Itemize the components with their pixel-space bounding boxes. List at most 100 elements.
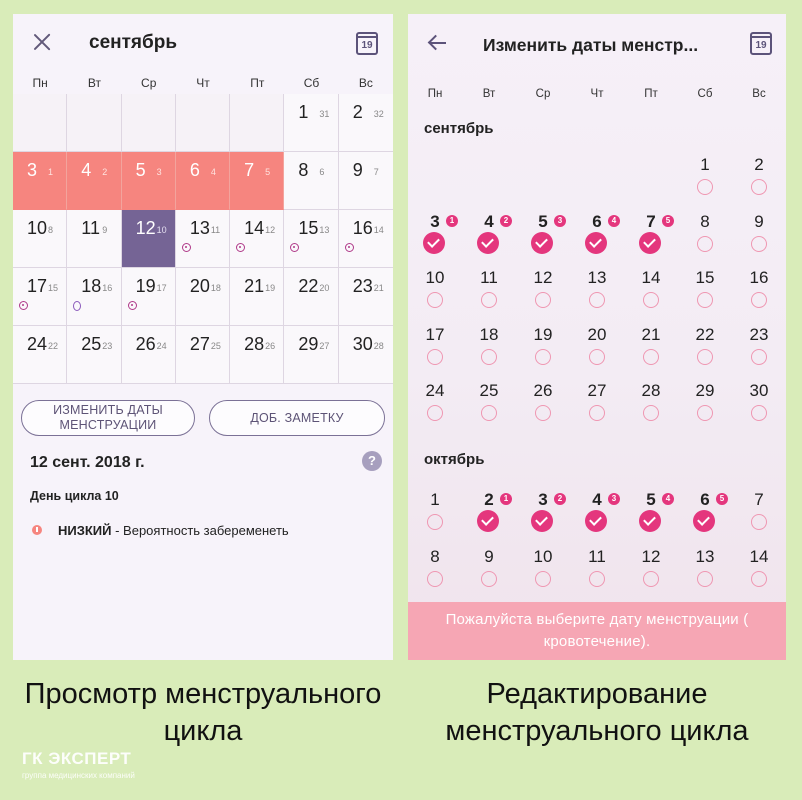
checkmark-icon[interactable] bbox=[531, 510, 553, 532]
calendar-day-cell[interactable]: 22 20 bbox=[284, 268, 339, 326]
calendar-day-cell[interactable]: 1 31 bbox=[284, 94, 339, 152]
select-circle-icon[interactable] bbox=[643, 405, 659, 421]
calendar-day-cell[interactable]: 30 bbox=[732, 381, 786, 431]
calendar-day-cell[interactable]: 53 bbox=[121, 152, 176, 210]
select-circle-icon[interactable] bbox=[481, 405, 497, 421]
calendar-day-cell[interactable]: 7 bbox=[732, 490, 786, 540]
select-circle-icon[interactable] bbox=[643, 292, 659, 308]
calendar-day-cell[interactable]: 8 bbox=[678, 212, 732, 262]
calendar-day-cell[interactable]: 31 bbox=[13, 152, 68, 210]
calendar-day-cell[interactable]: 17 bbox=[408, 325, 462, 375]
calendar-day-cell[interactable]: 2 32 bbox=[338, 94, 393, 152]
calendar-day-cell[interactable]: 9 bbox=[462, 547, 516, 597]
calendar-day-cell[interactable]: 21 bbox=[462, 490, 516, 540]
calendar-day-cell[interactable]: 23 21 bbox=[338, 268, 393, 326]
calendar-day-cell[interactable]: 12 10 bbox=[121, 210, 176, 268]
calendar-day-cell[interactable]: 1 bbox=[678, 155, 732, 205]
select-circle-icon[interactable] bbox=[751, 292, 767, 308]
calendar-today-icon[interactable]: 19 bbox=[356, 32, 378, 55]
calendar-day-cell[interactable]: 14 bbox=[624, 268, 678, 318]
checkmark-icon[interactable] bbox=[585, 231, 607, 254]
calendar-day-cell[interactable]: 26 24 bbox=[121, 326, 176, 384]
calendar-day-cell[interactable]: 13 bbox=[678, 547, 732, 597]
calendar-day-cell[interactable]: 54 bbox=[624, 490, 678, 540]
calendar-day-cell[interactable]: 64 bbox=[175, 152, 231, 210]
calendar-day-cell[interactable]: 27 25 bbox=[175, 326, 231, 384]
checkmark-icon[interactable] bbox=[477, 231, 499, 254]
calendar-day-cell[interactable]: 43 bbox=[570, 490, 624, 540]
select-circle-icon[interactable] bbox=[751, 179, 767, 195]
calendar-day-cell[interactable]: 28 26 bbox=[230, 326, 285, 384]
calendar-day-cell[interactable]: 20 18 bbox=[175, 268, 231, 326]
calendar-day-cell[interactable]: 1 bbox=[408, 490, 462, 540]
calendar-day-cell[interactable]: 53 bbox=[516, 212, 570, 262]
calendar-day-cell[interactable]: 11 9 bbox=[67, 210, 122, 268]
calendar-day-cell[interactable]: 86 bbox=[284, 152, 339, 210]
calendar-day-cell[interactable]: 64 bbox=[570, 212, 624, 262]
checkmark-icon[interactable] bbox=[531, 231, 553, 254]
calendar-day-cell[interactable]: 14 bbox=[732, 547, 786, 597]
select-circle-icon[interactable] bbox=[751, 514, 767, 530]
calendar-day-cell[interactable]: 8 bbox=[408, 547, 462, 597]
select-circle-icon[interactable] bbox=[535, 570, 551, 587]
calendar-today-icon[interactable]: 19 bbox=[750, 32, 772, 55]
calendar-day-cell[interactable]: 2 bbox=[732, 155, 786, 205]
calendar-day-cell[interactable]: 24 bbox=[408, 381, 462, 431]
calendar-day-cell[interactable]: 28 bbox=[624, 381, 678, 431]
select-circle-icon[interactable] bbox=[589, 348, 605, 365]
select-circle-icon[interactable] bbox=[427, 405, 443, 421]
calendar-day-cell[interactable]: 16 14 bbox=[338, 210, 393, 268]
select-circle-icon[interactable] bbox=[697, 235, 713, 252]
calendar-day-cell[interactable]: 14 12 bbox=[230, 210, 285, 268]
calendar-day-cell[interactable]: 11 bbox=[570, 547, 624, 597]
help-icon[interactable]: ? bbox=[362, 451, 382, 471]
select-circle-icon[interactable] bbox=[427, 514, 443, 530]
select-circle-icon[interactable] bbox=[535, 405, 551, 421]
calendar-day-cell[interactable]: 13 bbox=[570, 268, 624, 318]
calendar-day-cell[interactable]: 18 bbox=[462, 325, 516, 375]
calendar-day-cell[interactable]: 32 bbox=[516, 490, 570, 540]
calendar-day-cell[interactable]: 10 bbox=[516, 547, 570, 597]
close-icon[interactable] bbox=[31, 31, 53, 53]
calendar-day-cell[interactable]: 16 bbox=[732, 268, 786, 318]
calendar-day-cell[interactable]: 12 bbox=[624, 547, 678, 597]
calendar-day-cell[interactable]: 10 bbox=[408, 268, 462, 318]
select-circle-icon[interactable] bbox=[427, 570, 443, 587]
checkmark-icon[interactable] bbox=[639, 231, 661, 254]
calendar-day-cell[interactable]: 42 bbox=[462, 212, 516, 262]
select-circle-icon[interactable] bbox=[589, 292, 605, 308]
calendar-day-cell[interactable]: 22 bbox=[678, 325, 732, 375]
select-circle-icon[interactable] bbox=[697, 570, 713, 587]
calendar-day-cell[interactable]: 31 bbox=[408, 212, 462, 262]
calendar-day-cell[interactable]: 11 bbox=[462, 268, 516, 318]
calendar-day-cell[interactable]: 29 bbox=[678, 381, 732, 431]
calendar-day-cell[interactable]: 19 bbox=[516, 325, 570, 375]
select-circle-icon[interactable] bbox=[427, 348, 443, 365]
select-circle-icon[interactable] bbox=[589, 405, 605, 421]
calendar-day-cell[interactable]: 65 bbox=[678, 490, 732, 540]
calendar-day-cell[interactable]: 25 23 bbox=[67, 326, 122, 384]
add-note-button[interactable]: ДОБ. ЗАМЕТКУ bbox=[209, 400, 385, 436]
calendar-day-cell[interactable]: 15 13 bbox=[284, 210, 339, 268]
select-circle-icon[interactable] bbox=[535, 292, 551, 308]
calendar-day-cell[interactable]: 24 22 bbox=[13, 326, 68, 384]
calendar-day-cell[interactable]: 25 bbox=[462, 381, 516, 431]
checkmark-icon[interactable] bbox=[639, 510, 661, 532]
select-circle-icon[interactable] bbox=[697, 292, 713, 308]
calendar-day-cell[interactable]: 10 8 bbox=[13, 210, 68, 268]
checkmark-icon[interactable] bbox=[585, 510, 607, 532]
calendar-day-cell[interactable]: 26 bbox=[516, 381, 570, 431]
select-circle-icon[interactable] bbox=[751, 348, 767, 365]
checkmark-icon[interactable] bbox=[423, 231, 445, 254]
back-arrow-icon[interactable] bbox=[428, 36, 446, 50]
select-circle-icon[interactable] bbox=[481, 292, 497, 308]
calendar-day-cell[interactable]: 9 bbox=[732, 212, 786, 262]
calendar-day-cell[interactable]: 29 27 bbox=[284, 326, 339, 384]
calendar-day-cell[interactable]: 21 bbox=[624, 325, 678, 375]
calendar-day-cell[interactable]: 30 28 bbox=[338, 326, 393, 384]
calendar-day-cell[interactable]: 15 bbox=[678, 268, 732, 318]
calendar-day-cell[interactable]: 12 bbox=[516, 268, 570, 318]
calendar-day-cell[interactable]: 97 bbox=[338, 152, 393, 210]
select-circle-icon[interactable] bbox=[697, 405, 713, 421]
calendar-day-cell[interactable]: 21 19 bbox=[230, 268, 285, 326]
